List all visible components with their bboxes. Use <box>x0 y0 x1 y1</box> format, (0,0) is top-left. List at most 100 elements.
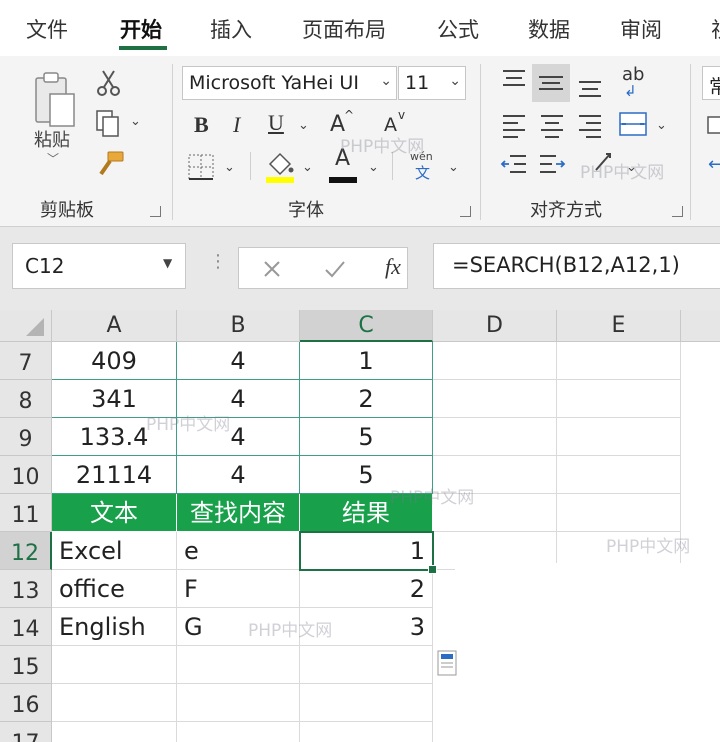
tab-data[interactable]: 数据 <box>528 14 570 44</box>
alignment-launcher-icon[interactable] <box>672 206 683 217</box>
column-header-a[interactable]: A <box>52 310 177 342</box>
cell-b10[interactable]: 4 <box>177 456 300 494</box>
align-middle-button[interactable] <box>532 64 570 102</box>
formula-bar-grip-icon[interactable]: ⋮ <box>209 251 227 272</box>
fill-color-icon[interactable] <box>264 148 296 184</box>
cancel-icon[interactable] <box>261 258 283 280</box>
cell-empty[interactable] <box>433 418 557 456</box>
column-header-e[interactable]: E <box>557 310 681 342</box>
cell-empty[interactable] <box>557 418 681 456</box>
orientation-icon[interactable] <box>592 148 622 178</box>
align-center-icon[interactable] <box>538 112 566 138</box>
format-painter-icon[interactable] <box>96 150 126 178</box>
font-color-dropdown-icon[interactable]: ⌄ <box>368 160 379 175</box>
column-header-b[interactable]: B <box>177 310 300 342</box>
cell-b11-header[interactable]: 查找内容 <box>177 494 300 532</box>
fill-color-dropdown-icon[interactable]: ⌄ <box>302 160 313 175</box>
cell-a14[interactable]: English <box>52 608 177 646</box>
insert-function-button[interactable]: fx <box>385 254 401 280</box>
cut-icon[interactable] <box>96 68 122 98</box>
row-header-17[interactable]: 17 <box>0 722 52 742</box>
cell-empty[interactable] <box>52 646 177 684</box>
name-box[interactable]: C12 ▼ <box>12 243 186 289</box>
paste-icon[interactable] <box>30 70 80 132</box>
cell-a8[interactable]: 341 <box>52 380 177 418</box>
cell-a12[interactable]: Excel <box>52 532 177 570</box>
tab-page-layout[interactable]: 页面布局 <box>302 14 386 44</box>
copy-dropdown-icon[interactable]: ⌄ <box>130 114 141 129</box>
paste-dropdown-icon[interactable]: ﹀ <box>47 150 59 167</box>
row-header-10[interactable]: 10 <box>0 456 52 494</box>
shrink-font-button[interactable]: A <box>384 114 397 136</box>
cell-c14[interactable]: 3 <box>300 608 433 646</box>
number-format-select[interactable]: 常 <box>702 66 720 100</box>
cell-empty[interactable] <box>177 684 300 722</box>
tab-insert[interactable]: 插入 <box>210 14 252 44</box>
increase-indent-icon[interactable] <box>538 152 566 178</box>
cell-empty[interactable] <box>300 722 433 742</box>
cell-b14[interactable]: G <box>177 608 300 646</box>
cell-b8[interactable]: 4 <box>177 380 300 418</box>
row-header-16[interactable]: 16 <box>0 684 52 722</box>
row-header-11[interactable]: 11 <box>0 494 52 532</box>
row-header-8[interactable]: 8 <box>0 380 52 418</box>
cell-empty[interactable] <box>177 646 300 684</box>
decimal-icon[interactable]: ← <box>708 154 720 175</box>
tab-formulas[interactable]: 公式 <box>437 14 479 44</box>
merge-dropdown-icon[interactable]: ⌄ <box>656 118 667 133</box>
quick-analysis-icon[interactable] <box>437 650 457 676</box>
cell-a11-header[interactable]: 文本 <box>52 494 177 532</box>
cell-empty[interactable] <box>300 646 433 684</box>
font-color-button[interactable]: A <box>335 146 350 171</box>
merge-center-icon[interactable] <box>618 110 648 138</box>
cell-b9[interactable]: 4 <box>177 418 300 456</box>
cell-empty[interactable] <box>557 342 681 380</box>
clipboard-launcher-icon[interactable] <box>150 206 161 217</box>
cell-a10[interactable]: 21114 <box>52 456 177 494</box>
cell-empty[interactable] <box>433 494 557 532</box>
decrease-indent-icon[interactable] <box>500 152 528 178</box>
cell-a13[interactable]: office <box>52 570 177 608</box>
cell-empty[interactable] <box>557 380 681 418</box>
underline-dropdown-icon[interactable]: ⌄ <box>298 118 309 133</box>
borders-dropdown-icon[interactable]: ⌄ <box>224 160 235 175</box>
tab-view[interactable]: 视 <box>711 14 720 44</box>
enter-check-icon[interactable] <box>323 258 347 280</box>
paste-label[interactable]: 粘贴 <box>34 126 70 152</box>
column-header-f[interactable] <box>681 310 720 342</box>
cell-b13[interactable]: F <box>177 570 300 608</box>
cell-b7[interactable]: 4 <box>177 342 300 380</box>
cell-c7[interactable]: 1 <box>300 342 433 380</box>
tab-file[interactable]: 文件 <box>26 14 68 44</box>
row-header-12[interactable]: 12 <box>0 532 52 570</box>
tab-review[interactable]: 审阅 <box>620 14 662 44</box>
name-box-dropdown-icon[interactable]: ▼ <box>163 256 172 270</box>
cell-c10[interactable]: 5 <box>300 456 433 494</box>
column-header-d[interactable]: D <box>433 310 557 342</box>
align-right-icon[interactable] <box>576 112 604 138</box>
cell-empty[interactable] <box>300 684 433 722</box>
cell-empty[interactable] <box>52 684 177 722</box>
underline-button[interactable]: U <box>268 110 284 136</box>
cell-empty[interactable] <box>433 456 557 494</box>
tab-home[interactable]: 开始 <box>120 14 162 44</box>
borders-icon[interactable] <box>186 152 216 182</box>
row-header-13[interactable]: 13 <box>0 570 52 608</box>
cell-empty[interactable] <box>557 456 681 494</box>
cell-a9[interactable]: 133.4 <box>52 418 177 456</box>
cell-c12[interactable]: 1 <box>300 532 433 570</box>
accounting-format-icon[interactable] <box>706 114 720 136</box>
cell-a7[interactable]: 409 <box>52 342 177 380</box>
font-size-select[interactable]: 11 ⌄ <box>398 66 466 100</box>
phonetic-guide-icon[interactable]: 文 <box>415 162 430 183</box>
cell-c9[interactable]: 5 <box>300 418 433 456</box>
row-header-14[interactable]: 14 <box>0 608 52 646</box>
column-header-c[interactable]: C <box>300 310 433 342</box>
cell-empty[interactable] <box>433 342 557 380</box>
chevron-down-icon[interactable]: ⌄ <box>449 73 461 89</box>
font-name-select[interactable]: Microsoft YaHei UI ⌄ <box>182 66 397 100</box>
italic-button[interactable]: I <box>233 112 240 138</box>
cell-empty[interactable] <box>433 380 557 418</box>
chevron-down-icon[interactable]: ⌄ <box>380 73 392 89</box>
cell-empty[interactable] <box>177 722 300 742</box>
